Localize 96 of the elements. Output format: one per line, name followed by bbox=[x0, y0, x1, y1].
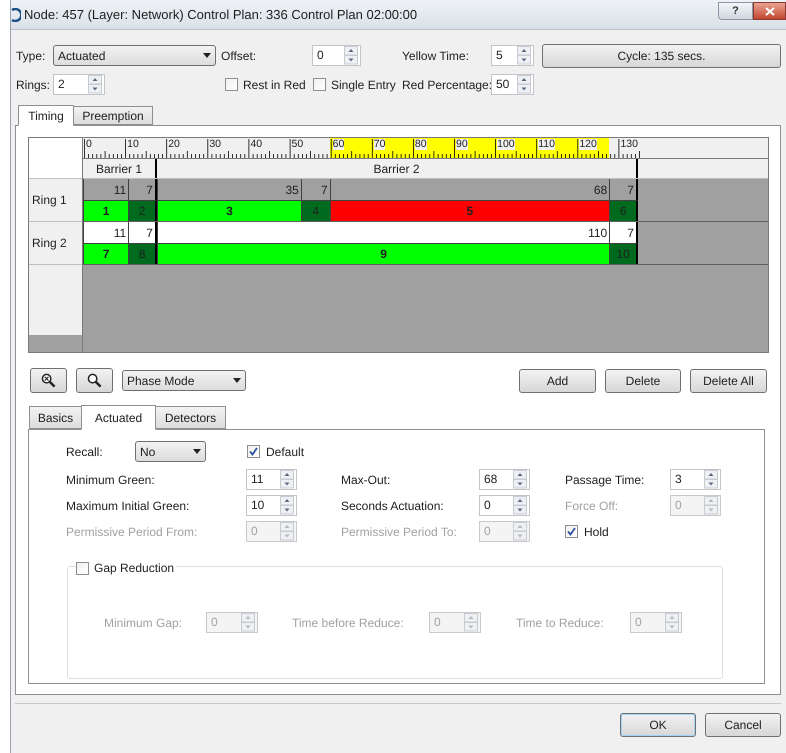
tab[interactable]: Timing bbox=[18, 105, 74, 126]
tick-label: 110 bbox=[538, 139, 555, 150]
phase-duration: 7 bbox=[610, 222, 638, 243]
phase-bar[interactable]: 1 bbox=[84, 200, 128, 221]
checkbox[interactable] bbox=[565, 525, 578, 538]
time-spinbox[interactable]: 5 bbox=[491, 45, 534, 66]
spin-field[interactable]: 0 bbox=[479, 495, 530, 516]
spin-arrows-icon[interactable] bbox=[280, 470, 294, 489]
field-label: Permissive Period To: bbox=[341, 524, 458, 540]
tick-label: 10 bbox=[127, 139, 139, 150]
spin-arrows-icon[interactable] bbox=[88, 75, 102, 94]
mode-dropdown[interactable]: Phase Mode bbox=[122, 370, 246, 391]
tick-label: 100 bbox=[497, 139, 515, 150]
type-dropdown[interactable]: Actuated bbox=[53, 45, 216, 66]
tick-label: 50 bbox=[292, 139, 304, 150]
spin-arrows-icon[interactable] bbox=[280, 496, 294, 515]
phase-bar[interactable]: 3 bbox=[158, 200, 301, 221]
tick-label: 120 bbox=[579, 139, 597, 150]
checkbox-label: Default bbox=[266, 444, 304, 460]
offset-spinbox[interactable]: 0 bbox=[312, 45, 361, 66]
tick-label: 90 bbox=[456, 139, 468, 150]
checkbox-label: Gap Reduction bbox=[94, 560, 174, 577]
spin-field[interactable]: 3 bbox=[670, 469, 721, 490]
tick-label: 80 bbox=[414, 139, 427, 150]
checkbox-label: Rest in Red bbox=[243, 76, 306, 94]
app-icon bbox=[11, 8, 21, 22]
tab[interactable]: Basics bbox=[29, 406, 82, 429]
close-icon bbox=[764, 6, 774, 16]
tab[interactable]: Detectors bbox=[155, 406, 226, 429]
zoom-in-icon bbox=[41, 373, 56, 388]
spin-field[interactable]: 68 bbox=[479, 469, 530, 490]
checkbox-label: Hold bbox=[584, 524, 609, 540]
field-label: Recall: bbox=[66, 444, 104, 460]
field-label: Yellow Time: bbox=[402, 48, 470, 64]
dialog-button[interactable]: Cancel bbox=[705, 713, 781, 737]
field-label: Force Off: bbox=[565, 498, 620, 514]
spin-arrows-icon[interactable] bbox=[513, 470, 527, 489]
checkbox[interactable] bbox=[76, 562, 89, 574]
spin-arrows-icon[interactable] bbox=[704, 470, 718, 489]
tick-label: 130 bbox=[620, 139, 638, 150]
checkbox-label: Single Entry bbox=[331, 76, 396, 94]
rings-spinbox[interactable]: 2 bbox=[53, 74, 105, 95]
field-label: Minimum Gap: bbox=[104, 614, 184, 632]
window-title: Node: 457 (Layer: Network) Control Plan: 336 Control Plan 02:00:00 bbox=[24, 6, 418, 24]
checkbox[interactable] bbox=[247, 445, 260, 458]
zoom-in-button[interactable] bbox=[30, 368, 67, 393]
spin-arrows-icon[interactable] bbox=[344, 46, 358, 65]
toolbar-button[interactable]: Delete bbox=[605, 368, 681, 392]
spin-field[interactable]: 10 bbox=[246, 495, 297, 516]
percentage-spinbox[interactable]: 50 bbox=[491, 74, 534, 95]
checkbox[interactable] bbox=[225, 78, 238, 91]
tick-label: 60 bbox=[332, 139, 344, 150]
field-label: Offset: bbox=[221, 48, 258, 64]
phase-bar[interactable]: 9 bbox=[158, 243, 610, 264]
tick-label: 0 bbox=[86, 139, 92, 150]
toolbar-button[interactable]: Add bbox=[519, 368, 596, 392]
field-label: Seconds Actuation: bbox=[341, 498, 445, 514]
ring-label: Ring 1 bbox=[29, 179, 82, 222]
toolbar-button[interactable]: Delete All bbox=[690, 368, 767, 392]
spin-arrows-icon[interactable] bbox=[517, 75, 531, 94]
ring-label: Ring 2 bbox=[29, 222, 82, 265]
phase-duration: 11 bbox=[84, 222, 128, 243]
help-button[interactable]: ? bbox=[718, 2, 753, 20]
spin-field[interactable]: 11 bbox=[246, 469, 297, 490]
field-label: Minimum Green: bbox=[66, 472, 156, 488]
dialog-button[interactable]: OK bbox=[620, 713, 696, 737]
caret-icon bbox=[233, 378, 241, 383]
field-label: Permissive Period From: bbox=[66, 524, 198, 540]
field-label: Passage Time: bbox=[565, 472, 646, 488]
field-label: Time before Reduce: bbox=[292, 614, 405, 632]
phase-duration: 7 bbox=[129, 222, 157, 243]
field-label: Rings: bbox=[16, 76, 52, 94]
tick-label: 70 bbox=[374, 139, 386, 150]
field-label: Type: bbox=[16, 48, 46, 64]
tab[interactable]: Preemption bbox=[73, 106, 153, 125]
field-label: Time to Reduce: bbox=[516, 614, 605, 632]
phase-bar[interactable]: 5 bbox=[330, 200, 610, 221]
tab[interactable]: Actuated bbox=[81, 405, 156, 430]
phase-bar[interactable]: 7 bbox=[84, 243, 128, 264]
tick-label: 40 bbox=[250, 139, 262, 150]
close-button[interactable] bbox=[753, 2, 786, 20]
magnifier-icon bbox=[87, 373, 102, 388]
caret-icon bbox=[203, 53, 211, 58]
zoom-out-button[interactable] bbox=[76, 368, 113, 393]
phase-duration: 110 bbox=[158, 222, 610, 243]
field-label: Max-Out: bbox=[341, 472, 392, 488]
recall-dropdown[interactable]: No bbox=[135, 441, 206, 462]
tick-label: 20 bbox=[168, 139, 180, 150]
tick-label: 30 bbox=[209, 139, 222, 150]
field-label: Red Percentage: bbox=[402, 76, 491, 94]
field-label: Maximum Initial Green: bbox=[66, 498, 190, 514]
cycle-button[interactable]: Cycle: 135 secs. bbox=[542, 44, 781, 68]
checkbox[interactable] bbox=[313, 78, 326, 91]
spin-arrows-icon[interactable] bbox=[513, 496, 527, 515]
spin-arrows-icon[interactable] bbox=[517, 46, 531, 65]
caret-icon bbox=[193, 449, 201, 454]
